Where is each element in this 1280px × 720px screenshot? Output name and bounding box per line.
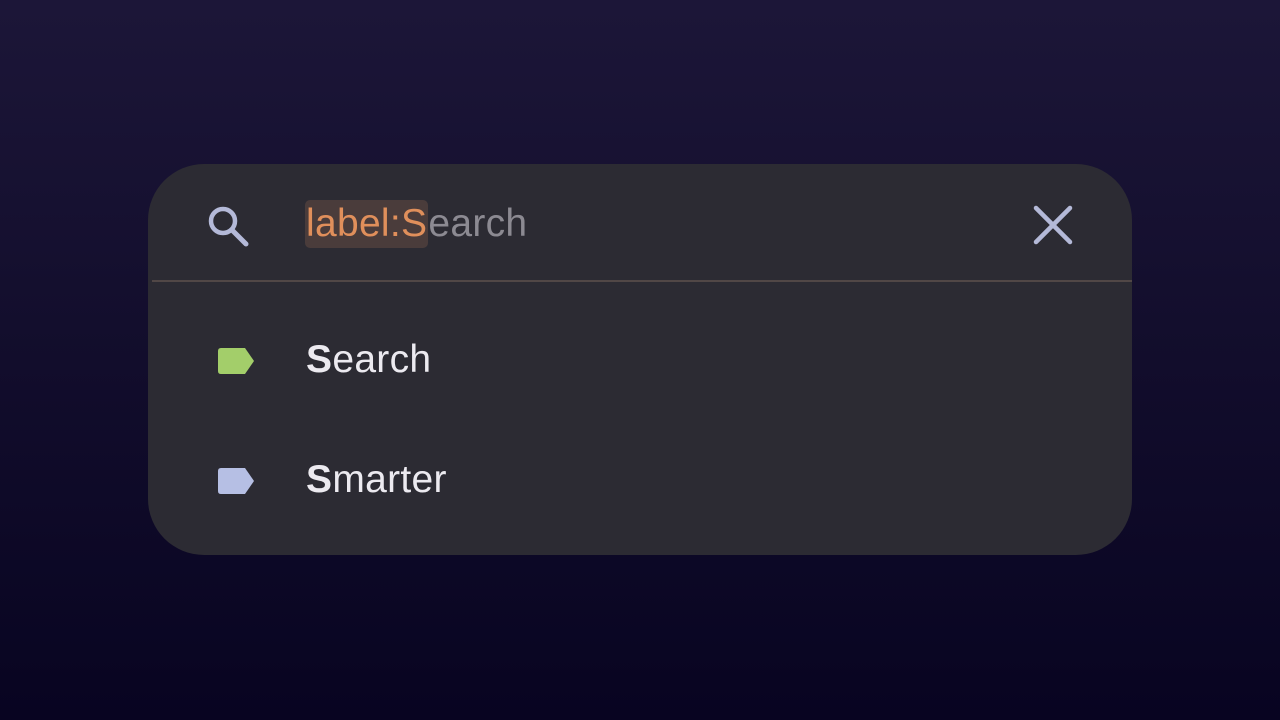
suggestion-label: Smarter (306, 456, 447, 504)
suggestion-rest-text: marter (332, 458, 447, 501)
suggestion-item-search[interactable]: Search (148, 310, 1132, 410)
divider (152, 280, 1132, 282)
label-icon (218, 348, 254, 374)
suggestion-rest-text: earch (332, 338, 432, 381)
search-icon (208, 206, 249, 247)
search-input[interactable]: label:S earch (305, 200, 527, 248)
label-search-dropdown: label:S earch Search Smarter (148, 164, 1132, 555)
query-autocomplete-text: earch (428, 202, 528, 245)
suggestion-label: Search (306, 336, 431, 384)
suggestion-match-text: S (306, 338, 333, 381)
label-icon (218, 468, 254, 494)
suggestion-match-text: S (306, 458, 333, 501)
suggestion-item-smarter[interactable]: Smarter (148, 430, 1132, 530)
query-label-token: label:S (305, 200, 429, 248)
close-icon[interactable] (1028, 200, 1078, 250)
search-bar: label:S earch (148, 164, 1132, 281)
